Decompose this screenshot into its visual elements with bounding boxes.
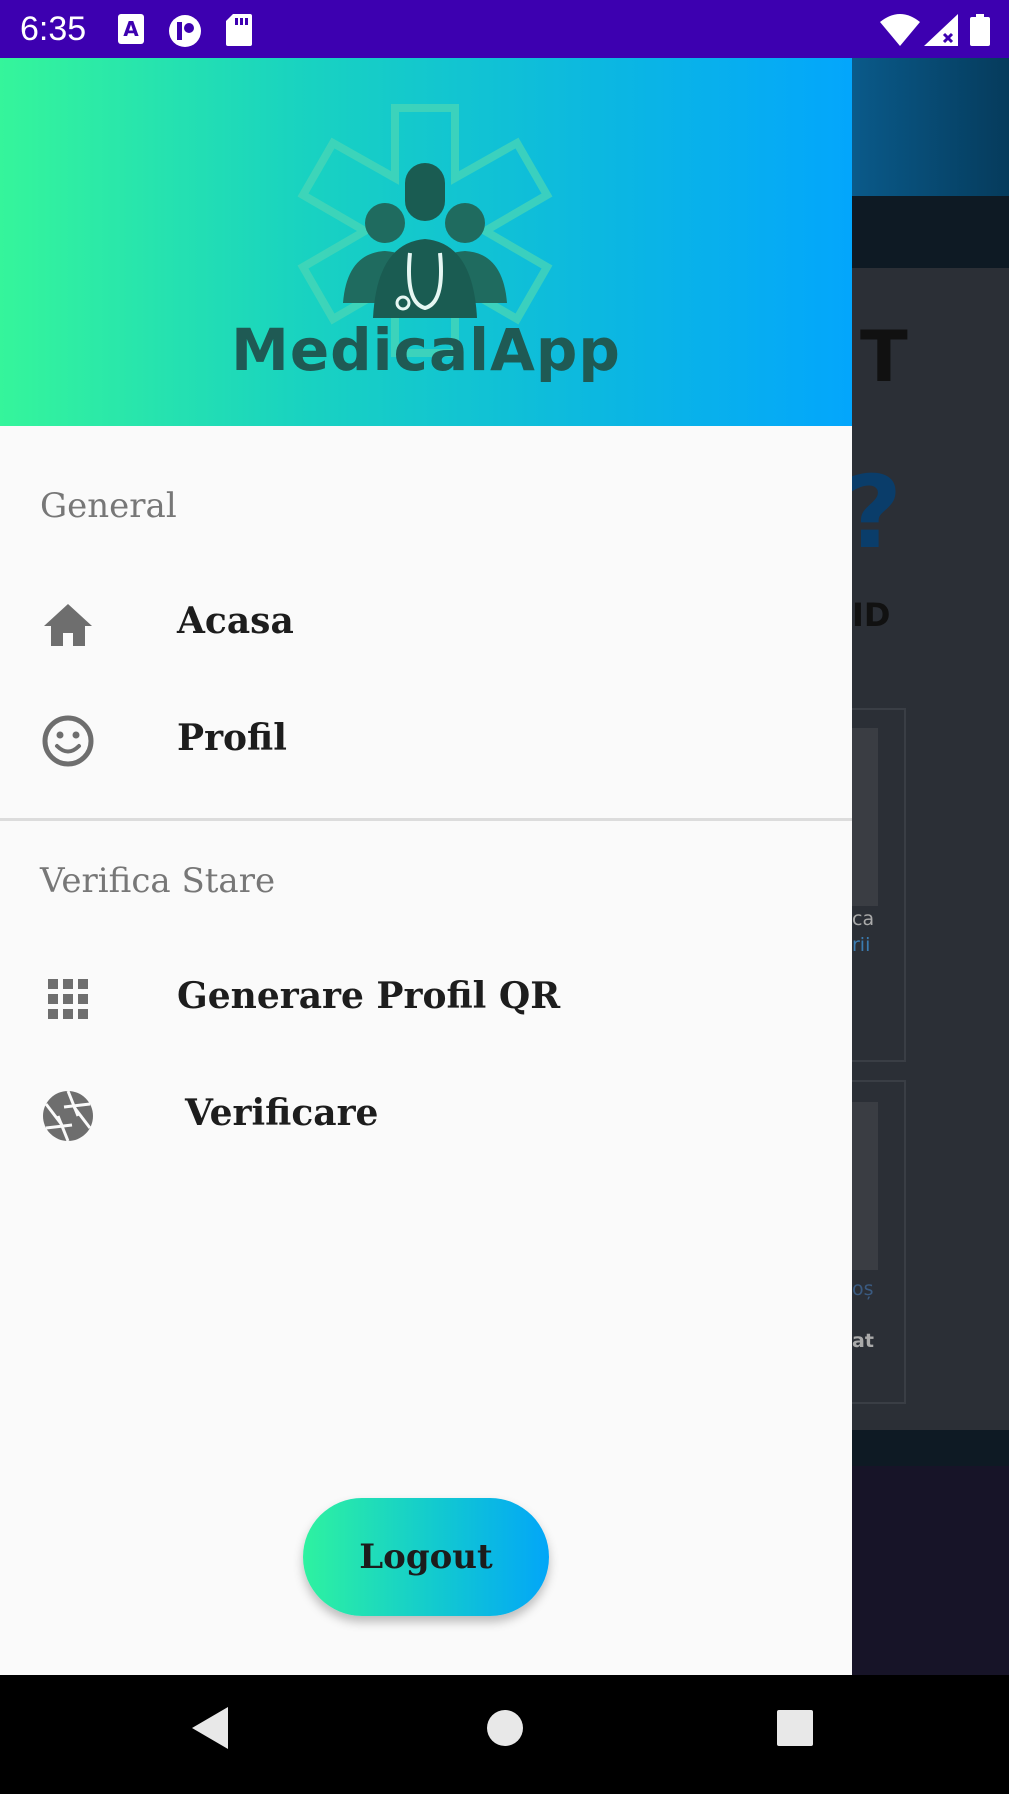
menu-item-profil[interactable]: Profil xyxy=(0,685,852,795)
menu-divider xyxy=(0,818,852,821)
smiley-face-icon xyxy=(42,715,94,767)
section-title-verifica-stare: Verifica Stare xyxy=(40,861,276,901)
background-glimpse-text: ID xyxy=(852,596,891,634)
menu-item-generare-profil-qr[interactable]: Generare Profil QR xyxy=(0,943,852,1053)
cell-signal-icon xyxy=(924,14,958,50)
recents-icon[interactable] xyxy=(776,1705,814,1751)
drawer-header: MedicalApp xyxy=(0,58,852,426)
background-card-image xyxy=(852,1102,878,1270)
background-app-toolbar xyxy=(852,58,1009,196)
menu-item-verificare[interactable]: Verificare xyxy=(0,1060,852,1170)
keyboard-a-icon: A xyxy=(118,14,144,48)
menu-item-label: Acasa xyxy=(177,600,294,642)
background-glimpse-text: oș xyxy=(852,1278,874,1300)
navigation-drawer: MedicalApp General Acasa Profil Verifica… xyxy=(0,58,852,1675)
battery-icon xyxy=(970,14,990,50)
background-app-scrim[interactable]: T ? ID ca rii oș at xyxy=(852,58,1009,1675)
menu-item-label: Profil xyxy=(177,717,287,759)
home-button-icon[interactable] xyxy=(485,1705,525,1752)
status-time: 6:35 xyxy=(20,10,87,48)
logout-button[interactable]: Logout xyxy=(303,1498,549,1616)
menu-item-acasa[interactable]: Acasa xyxy=(0,568,852,678)
background-glimpse-text: T xyxy=(860,316,908,398)
background-glimpse-shape: ? xyxy=(852,454,902,571)
wifi-icon xyxy=(880,14,920,50)
app-notification-icon xyxy=(168,14,202,52)
background-app-bottom xyxy=(852,1430,1009,1675)
background-card-image xyxy=(852,728,878,906)
background-app-bottom-bar xyxy=(852,1430,1009,1466)
section-title-general: General xyxy=(40,486,177,526)
background-glimpse-text: at xyxy=(852,1330,874,1352)
app-logo-text: MedicalApp xyxy=(231,316,621,384)
background-glimpse-text: rii xyxy=(852,934,871,956)
svg-text:A: A xyxy=(123,17,139,41)
background-glimpse-text: ca xyxy=(852,908,875,930)
background-app-tabbar xyxy=(852,196,1009,268)
system-navigation-bar xyxy=(0,1675,1009,1794)
logout-label: Logout xyxy=(359,1537,493,1577)
back-icon[interactable] xyxy=(190,1705,230,1755)
grid-icon xyxy=(48,979,88,1019)
camera-aperture-icon xyxy=(43,1090,93,1142)
sd-card-icon xyxy=(226,14,252,50)
menu-item-label: Generare Profil QR xyxy=(177,975,561,1017)
menu-item-label: Verificare xyxy=(185,1092,379,1134)
status-bar: 6:35 A xyxy=(0,0,1009,58)
home-icon xyxy=(44,604,92,646)
